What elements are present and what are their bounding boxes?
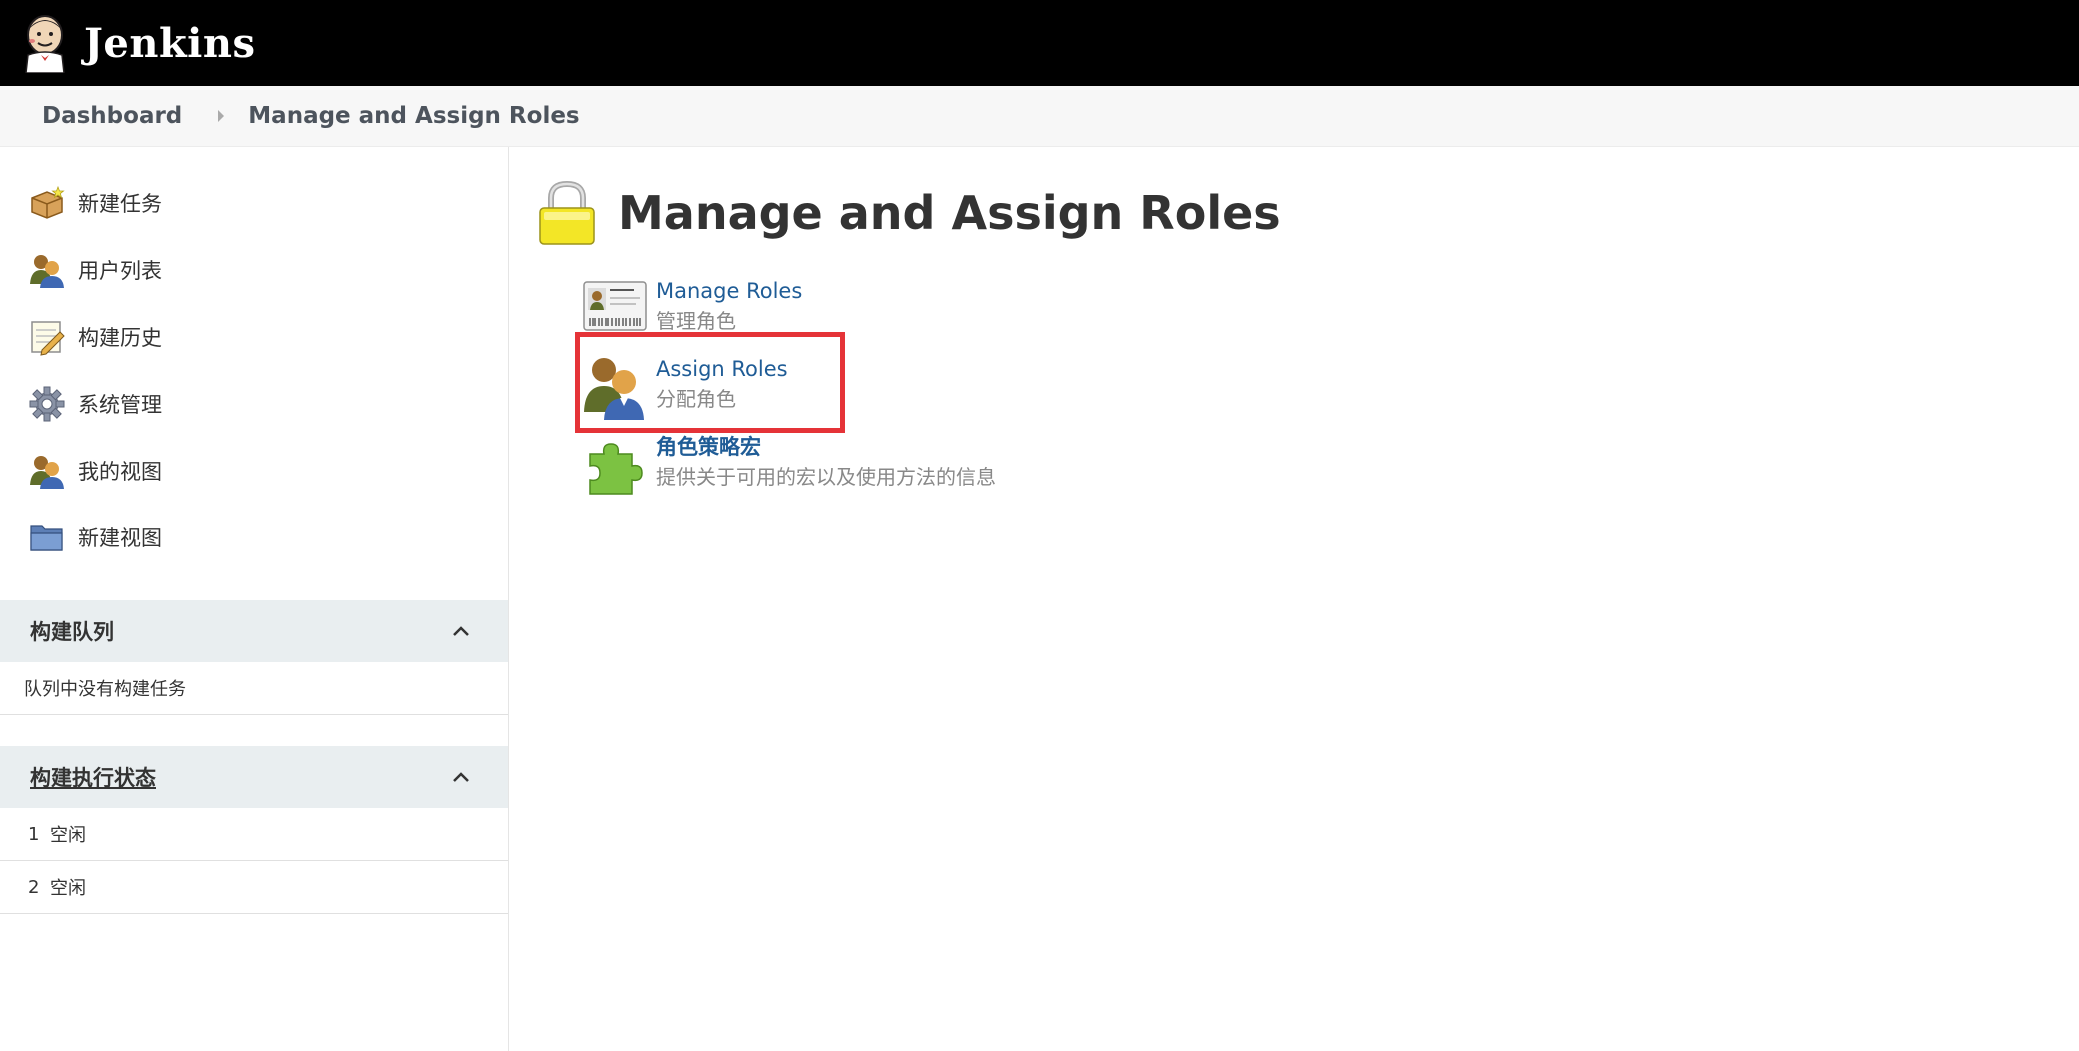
sidebar-item-users[interactable]: 用户列表 <box>28 246 162 294</box>
assign-roles-description: 分配角色 <box>656 387 736 411</box>
chevron-up-icon[interactable] <box>450 620 472 642</box>
manage-roles-description: 管理角色 <box>656 309 736 333</box>
jenkins-butler-icon <box>25 15 65 73</box>
breadcrumb-manage-assign-roles[interactable]: Manage and Assign Roles <box>248 103 579 129</box>
executor-row: 2 空闲 <box>0 861 508 914</box>
top-bar: Jenkins <box>0 0 2079 86</box>
role-strategy-macros-item: 角色策略宏 提供关于可用的宏以及使用方法的信息 <box>582 432 996 498</box>
executor-number: 1 <box>28 823 40 845</box>
gear-icon <box>29 386 65 422</box>
chevron-up-icon[interactable] <box>450 766 472 788</box>
executor-status: 空闲 <box>50 825 86 846</box>
build-queue-header: 构建队列 <box>0 600 508 662</box>
role-strategy-macros-description: 提供关于可用的宏以及使用方法的信息 <box>656 465 996 489</box>
breadcrumb: Dashboard Manage and Assign Roles <box>0 86 2079 147</box>
executors-header: 构建执行状态 <box>0 746 508 808</box>
manage-roles-link[interactable]: Manage Roles <box>656 276 802 306</box>
manage-roles-item: Manage Roles 管理角色 <box>582 276 802 342</box>
folder-icon <box>30 525 63 551</box>
sidebar: 新建任务 用户列表 构建历史 系统管理 我的视图 新建视图 构建队列 队列中没有… <box>0 147 509 1051</box>
id-card-icon[interactable] <box>582 276 648 342</box>
sidebar-item-label: 构建历史 <box>78 326 162 350</box>
sidebar-item-manage-jenkins[interactable]: 系统管理 <box>28 380 162 428</box>
sidebar-item-label: 新建任务 <box>78 192 162 216</box>
notepad-icon <box>31 321 65 356</box>
sidebar-item-label: 系统管理 <box>78 393 162 417</box>
package-icon <box>31 185 65 219</box>
breadcrumb-dashboard[interactable]: Dashboard <box>42 103 182 129</box>
executor-row: 1 空闲 <box>0 808 508 861</box>
sidebar-item-new-view[interactable]: 新建视图 <box>28 513 162 561</box>
page-title: Manage and Assign Roles <box>618 186 1281 240</box>
sidebar-item-label: 用户列表 <box>78 259 162 283</box>
build-queue-empty-text: 队列中没有构建任务 <box>24 679 186 700</box>
sidebar-item-label: 新建视图 <box>78 526 162 550</box>
sidebar-item-my-views[interactable]: 我的视图 <box>28 447 162 495</box>
users-icon <box>30 255 64 288</box>
brand-title: Jenkins <box>84 19 256 67</box>
assign-roles-text: Assign Roles 分配角色 <box>656 354 788 414</box>
executors-title-link[interactable]: 构建执行状态 <box>30 762 156 792</box>
users-icon <box>30 456 64 489</box>
build-queue-empty: 队列中没有构建任务 <box>0 662 508 715</box>
sidebar-item-new-job[interactable]: 新建任务 <box>28 179 162 227</box>
puzzle-icon[interactable] <box>582 432 648 498</box>
users-icon[interactable] <box>582 354 648 420</box>
jenkins-logo-link[interactable]: Jenkins <box>20 13 255 73</box>
sidebar-item-label: 我的视图 <box>78 460 162 484</box>
build-queue-title: 构建队列 <box>30 620 114 644</box>
executor-number: 2 <box>28 876 40 898</box>
role-strategy-macros-text: 角色策略宏 提供关于可用的宏以及使用方法的信息 <box>656 432 996 492</box>
lock-icon <box>539 180 595 245</box>
assign-roles-link[interactable]: Assign Roles <box>656 354 788 384</box>
manage-roles-text: Manage Roles 管理角色 <box>656 276 802 336</box>
sidebar-item-build-history[interactable]: 构建历史 <box>28 313 162 361</box>
role-strategy-macros-link[interactable]: 角色策略宏 <box>656 432 996 462</box>
breadcrumb-separator-icon[interactable] <box>218 110 225 122</box>
assign-roles-item: Assign Roles 分配角色 <box>582 354 788 420</box>
executor-status: 空闲 <box>50 878 86 899</box>
